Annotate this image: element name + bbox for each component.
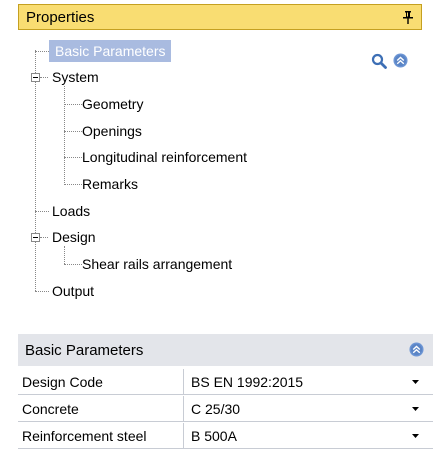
tree-item-shear-rails-arrangement[interactable]: Shear rails arrangement (82, 254, 232, 274)
tree-expander-icon[interactable] (31, 233, 40, 242)
tree-item-label: Design (52, 229, 96, 245)
tree-connector (64, 86, 65, 185)
tree-item-label: Geometry (82, 96, 144, 112)
tree-item-geometry[interactable]: Geometry (82, 94, 143, 114)
tree-connector (64, 184, 82, 185)
tree-connector (40, 77, 48, 78)
tree-item-openings[interactable]: Openings (82, 121, 142, 141)
tree-connector (35, 51, 49, 52)
tree-connector (64, 104, 82, 105)
tree-item-longitudinal-reinforcement[interactable]: Longitudinal reinforcement (82, 147, 247, 167)
tree-item-label: Openings (82, 123, 142, 139)
tree-connector (64, 264, 82, 265)
tree-connector (64, 246, 65, 264)
tree-item-loads[interactable]: Loads (52, 201, 90, 221)
property-grid-header[interactable]: Basic Parameters (18, 334, 433, 366)
search-icon[interactable] (371, 53, 387, 69)
property-grid-title: Basic Parameters (25, 342, 144, 359)
property-label: Concrete (18, 396, 184, 422)
tree-item-label: Output (52, 283, 95, 299)
properties-tree: Basic Parameters System Geometry Opening… (0, 0, 440, 310)
tree-item-label: Loads (52, 203, 91, 219)
property-row-design-code: Design Code BS EN 1992:2015 (18, 369, 433, 395)
tree-item-label: Shear rails arrangement (82, 256, 233, 272)
tree-connector (35, 291, 49, 292)
tree-item-design[interactable]: Design (52, 227, 96, 247)
property-row-concrete: Concrete C 25/30 (18, 396, 433, 422)
tree-item-remarks[interactable]: Remarks (82, 174, 138, 194)
dropdown-arrow-icon[interactable] (412, 434, 419, 438)
tree-item-output[interactable]: Output (52, 281, 94, 301)
tree-connector (64, 157, 82, 158)
tree-item-system[interactable]: System (52, 67, 99, 87)
concrete-select[interactable]: C 25/30 (184, 396, 394, 422)
property-row-reinforcement-steel: Reinforcement steel B 500A (18, 423, 433, 449)
tree-item-basic-parameters[interactable]: Basic Parameters (49, 40, 172, 62)
property-label: Reinforcement steel (18, 423, 184, 449)
dropdown-arrow-icon[interactable] (412, 407, 419, 411)
dropdown-arrow-icon[interactable] (412, 380, 419, 384)
collapse-up-icon[interactable] (409, 342, 424, 357)
property-label: Design Code (18, 369, 184, 395)
tree-connector (64, 131, 82, 132)
tree-item-label: Basic Parameters (55, 43, 166, 59)
tree-expander-icon[interactable] (31, 73, 40, 82)
tree-item-label: System (52, 69, 99, 85)
design-code-select[interactable]: BS EN 1992:2015 (184, 369, 394, 395)
tree-connector (40, 237, 48, 238)
collapse-up-icon[interactable] (393, 53, 408, 68)
reinforcement-steel-select[interactable]: B 500A (184, 423, 394, 449)
tree-connector (35, 211, 49, 212)
tree-connector (35, 50, 36, 291)
tree-item-label: Longitudinal reinforcement (82, 149, 247, 165)
tree-item-label: Remarks (82, 176, 139, 192)
